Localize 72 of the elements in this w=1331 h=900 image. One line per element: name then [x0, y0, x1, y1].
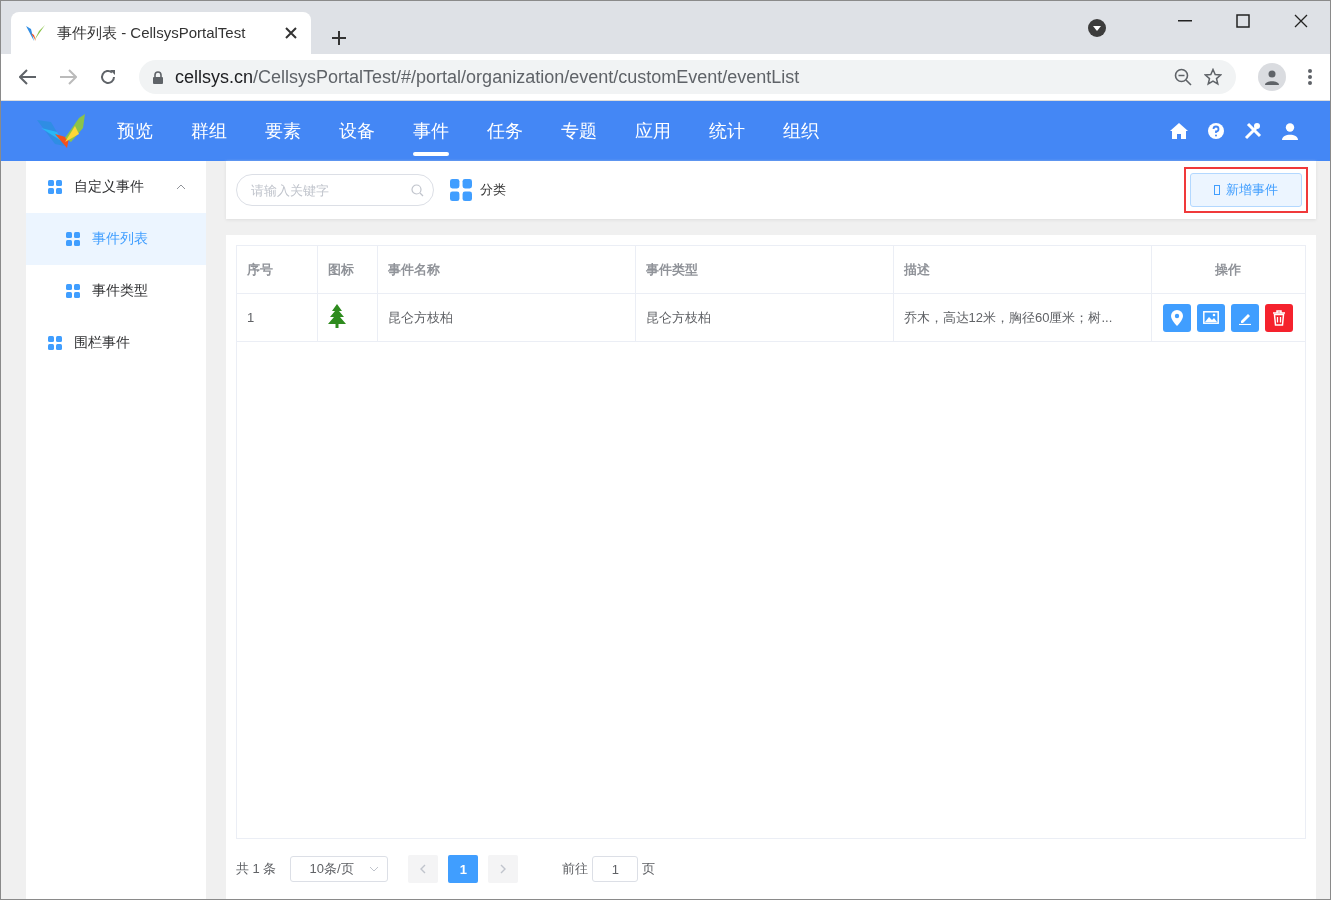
close-icon[interactable] [285, 27, 297, 39]
chevron-icon [176, 184, 186, 190]
home-icon[interactable] [1170, 123, 1188, 139]
grid-icon [48, 180, 62, 194]
delete-button[interactable] [1265, 303, 1294, 332]
sidebar-item[interactable]: 事件列表 [26, 213, 206, 265]
help-icon[interactable] [1208, 123, 1224, 139]
trash-icon [1272, 309, 1287, 326]
chevron-left-icon [420, 864, 427, 874]
nav-tab[interactable]: 要素 [265, 101, 301, 161]
search-icon [411, 184, 424, 197]
sidebar-item[interactable]: 自定义事件 [26, 161, 206, 213]
edit-button[interactable] [1231, 303, 1260, 332]
table-cell: 昆仑方枝柏 [635, 293, 893, 342]
location-button[interactable] [1163, 303, 1192, 332]
image-button[interactable] [1197, 303, 1226, 332]
table-cell: 昆仑方枝柏 [377, 293, 635, 342]
back-icon[interactable] [19, 69, 37, 85]
page-size-select[interactable]: 10条/页 [290, 856, 389, 882]
new-tab-icon[interactable] [331, 30, 347, 46]
caret-icon [369, 866, 380, 872]
goto-label: 前往 [562, 860, 589, 878]
tree-icon [327, 304, 346, 328]
user-icon[interactable] [1282, 122, 1298, 140]
image-icon [1203, 311, 1220, 324]
maximize-icon[interactable] [1236, 14, 1250, 28]
category-icon [450, 179, 472, 201]
close-icon[interactable] [1294, 14, 1308, 28]
nav-tab[interactable]: 事件 [413, 101, 449, 161]
minimize-icon[interactable] [1178, 20, 1192, 22]
grid-icon [66, 284, 80, 298]
sidebar-item[interactable]: 事件类型 [26, 265, 206, 317]
profile-avatar[interactable] [1258, 63, 1286, 91]
nav-tab[interactable]: 任务 [487, 101, 523, 161]
grid-icon [66, 232, 80, 246]
zoom-out-icon[interactable] [1174, 68, 1192, 86]
nav-tab[interactable]: 设备 [339, 101, 375, 161]
sidebar-item[interactable]: 围栏事件 [26, 317, 206, 369]
browser-tab[interactable]: 事件列表 - CellsysPortalTest [11, 12, 311, 54]
dropdown-icon[interactable] [1088, 19, 1106, 37]
column-header: 序号 [237, 246, 317, 294]
page-button[interactable]: 1 [448, 855, 479, 883]
column-header: 图标 [317, 246, 377, 294]
nav-tab[interactable]: 应用 [635, 101, 671, 161]
table-cell: 乔木，高达12米，胸径60厘米；树... [893, 293, 1151, 342]
reload-icon[interactable] [99, 68, 117, 86]
address-bar[interactable]: cellsys.cn/CellsysPortalTest/#/portal/organization/event/customEvent/eventList [139, 60, 1236, 94]
column-header: 描述 [893, 246, 1151, 294]
nav-tab[interactable]: 群组 [191, 101, 227, 161]
nav-tab[interactable]: 预览 [117, 101, 153, 161]
star-icon[interactable] [1204, 68, 1222, 86]
logo-icon [35, 112, 87, 150]
placeholder-icon [1214, 185, 1220, 195]
search-field[interactable]: 请输入关键字 [236, 174, 434, 206]
column-header: 事件类型 [635, 246, 893, 294]
menu-icon[interactable] [1308, 69, 1312, 85]
nav-tab[interactable]: 统计 [709, 101, 745, 161]
tools-icon[interactable] [1244, 122, 1262, 140]
total-count: 共 1 条 [236, 860, 277, 878]
nav-tab[interactable]: 专题 [561, 101, 597, 161]
page-unit-label: 页 [642, 860, 656, 878]
table-cell: 1 [237, 293, 317, 342]
grid-icon [48, 336, 62, 350]
page-input[interactable]: 1 [592, 856, 639, 882]
lock-icon [153, 70, 163, 84]
nav-tab[interactable]: 组织 [783, 101, 819, 161]
column-header: 操作 [1151, 246, 1305, 294]
category-label[interactable]: 分类 [480, 181, 506, 199]
column-header: 事件名称 [377, 246, 635, 294]
add-event-button[interactable]: 新增事件 [1190, 173, 1302, 207]
map-pin-icon [1171, 309, 1184, 326]
chevron-right-icon [500, 864, 507, 874]
